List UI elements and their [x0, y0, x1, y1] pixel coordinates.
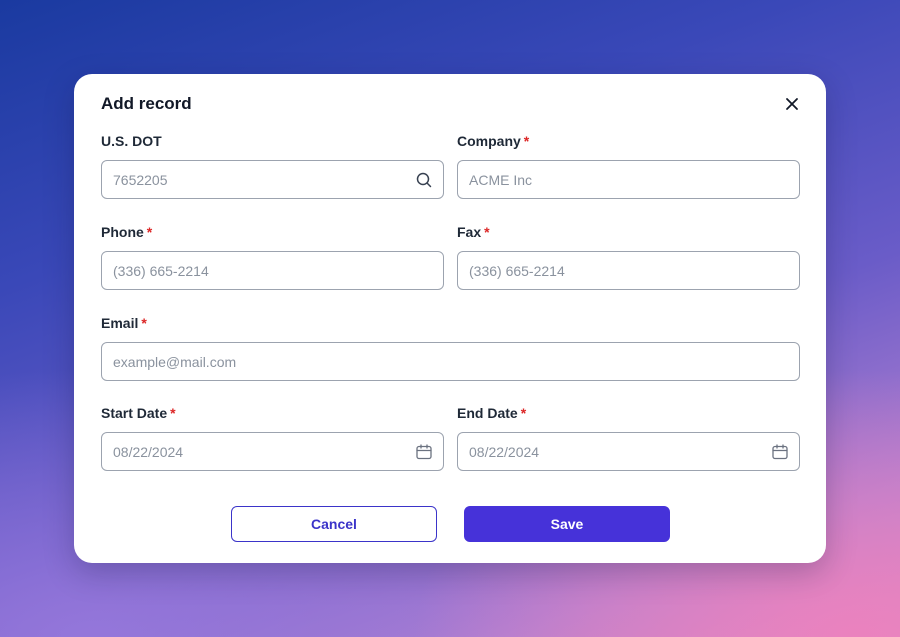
- dot-field[interactable]: [101, 160, 444, 199]
- required-mark: *: [520, 405, 527, 421]
- end-date-field[interactable]: [457, 432, 800, 471]
- required-mark: *: [170, 405, 176, 421]
- fax-label: Fax *: [457, 224, 490, 240]
- calendar-icon[interactable]: [771, 443, 789, 461]
- phone-field[interactable]: [101, 251, 444, 290]
- start-date-input[interactable]: [102, 433, 443, 470]
- email-label: Email *: [101, 315, 147, 331]
- modal-title: Add record: [101, 94, 192, 113]
- close-button[interactable]: [784, 96, 800, 112]
- company-label: Company *: [457, 133, 530, 149]
- add-record-modal: Add record U.S. DOT Company* Phone* Fax*…: [74, 74, 826, 563]
- close-icon: [786, 98, 798, 110]
- company-field[interactable]: [457, 160, 800, 199]
- save-button[interactable]: Save: [464, 506, 670, 542]
- required-mark: *: [484, 224, 490, 240]
- phone-input[interactable]: [102, 252, 443, 289]
- required-mark: *: [523, 133, 530, 149]
- required-mark: *: [141, 315, 147, 331]
- end-date-label: End Date *: [457, 405, 527, 421]
- cancel-button[interactable]: Cancel: [231, 506, 437, 542]
- start-date-field[interactable]: [101, 432, 444, 471]
- email-input[interactable]: [102, 343, 799, 380]
- dot-input[interactable]: [102, 161, 443, 198]
- search-icon[interactable]: [415, 171, 433, 189]
- phone-label: Phone *: [101, 224, 153, 240]
- fax-field[interactable]: [457, 251, 800, 290]
- required-mark: *: [146, 224, 153, 240]
- end-date-input[interactable]: [458, 433, 799, 470]
- start-date-label: Start Date *: [101, 405, 176, 421]
- dot-label: U.S. DOT: [101, 133, 162, 149]
- company-input[interactable]: [458, 161, 799, 198]
- fax-input[interactable]: [458, 252, 799, 289]
- email-field[interactable]: [101, 342, 800, 381]
- calendar-icon[interactable]: [415, 443, 433, 461]
